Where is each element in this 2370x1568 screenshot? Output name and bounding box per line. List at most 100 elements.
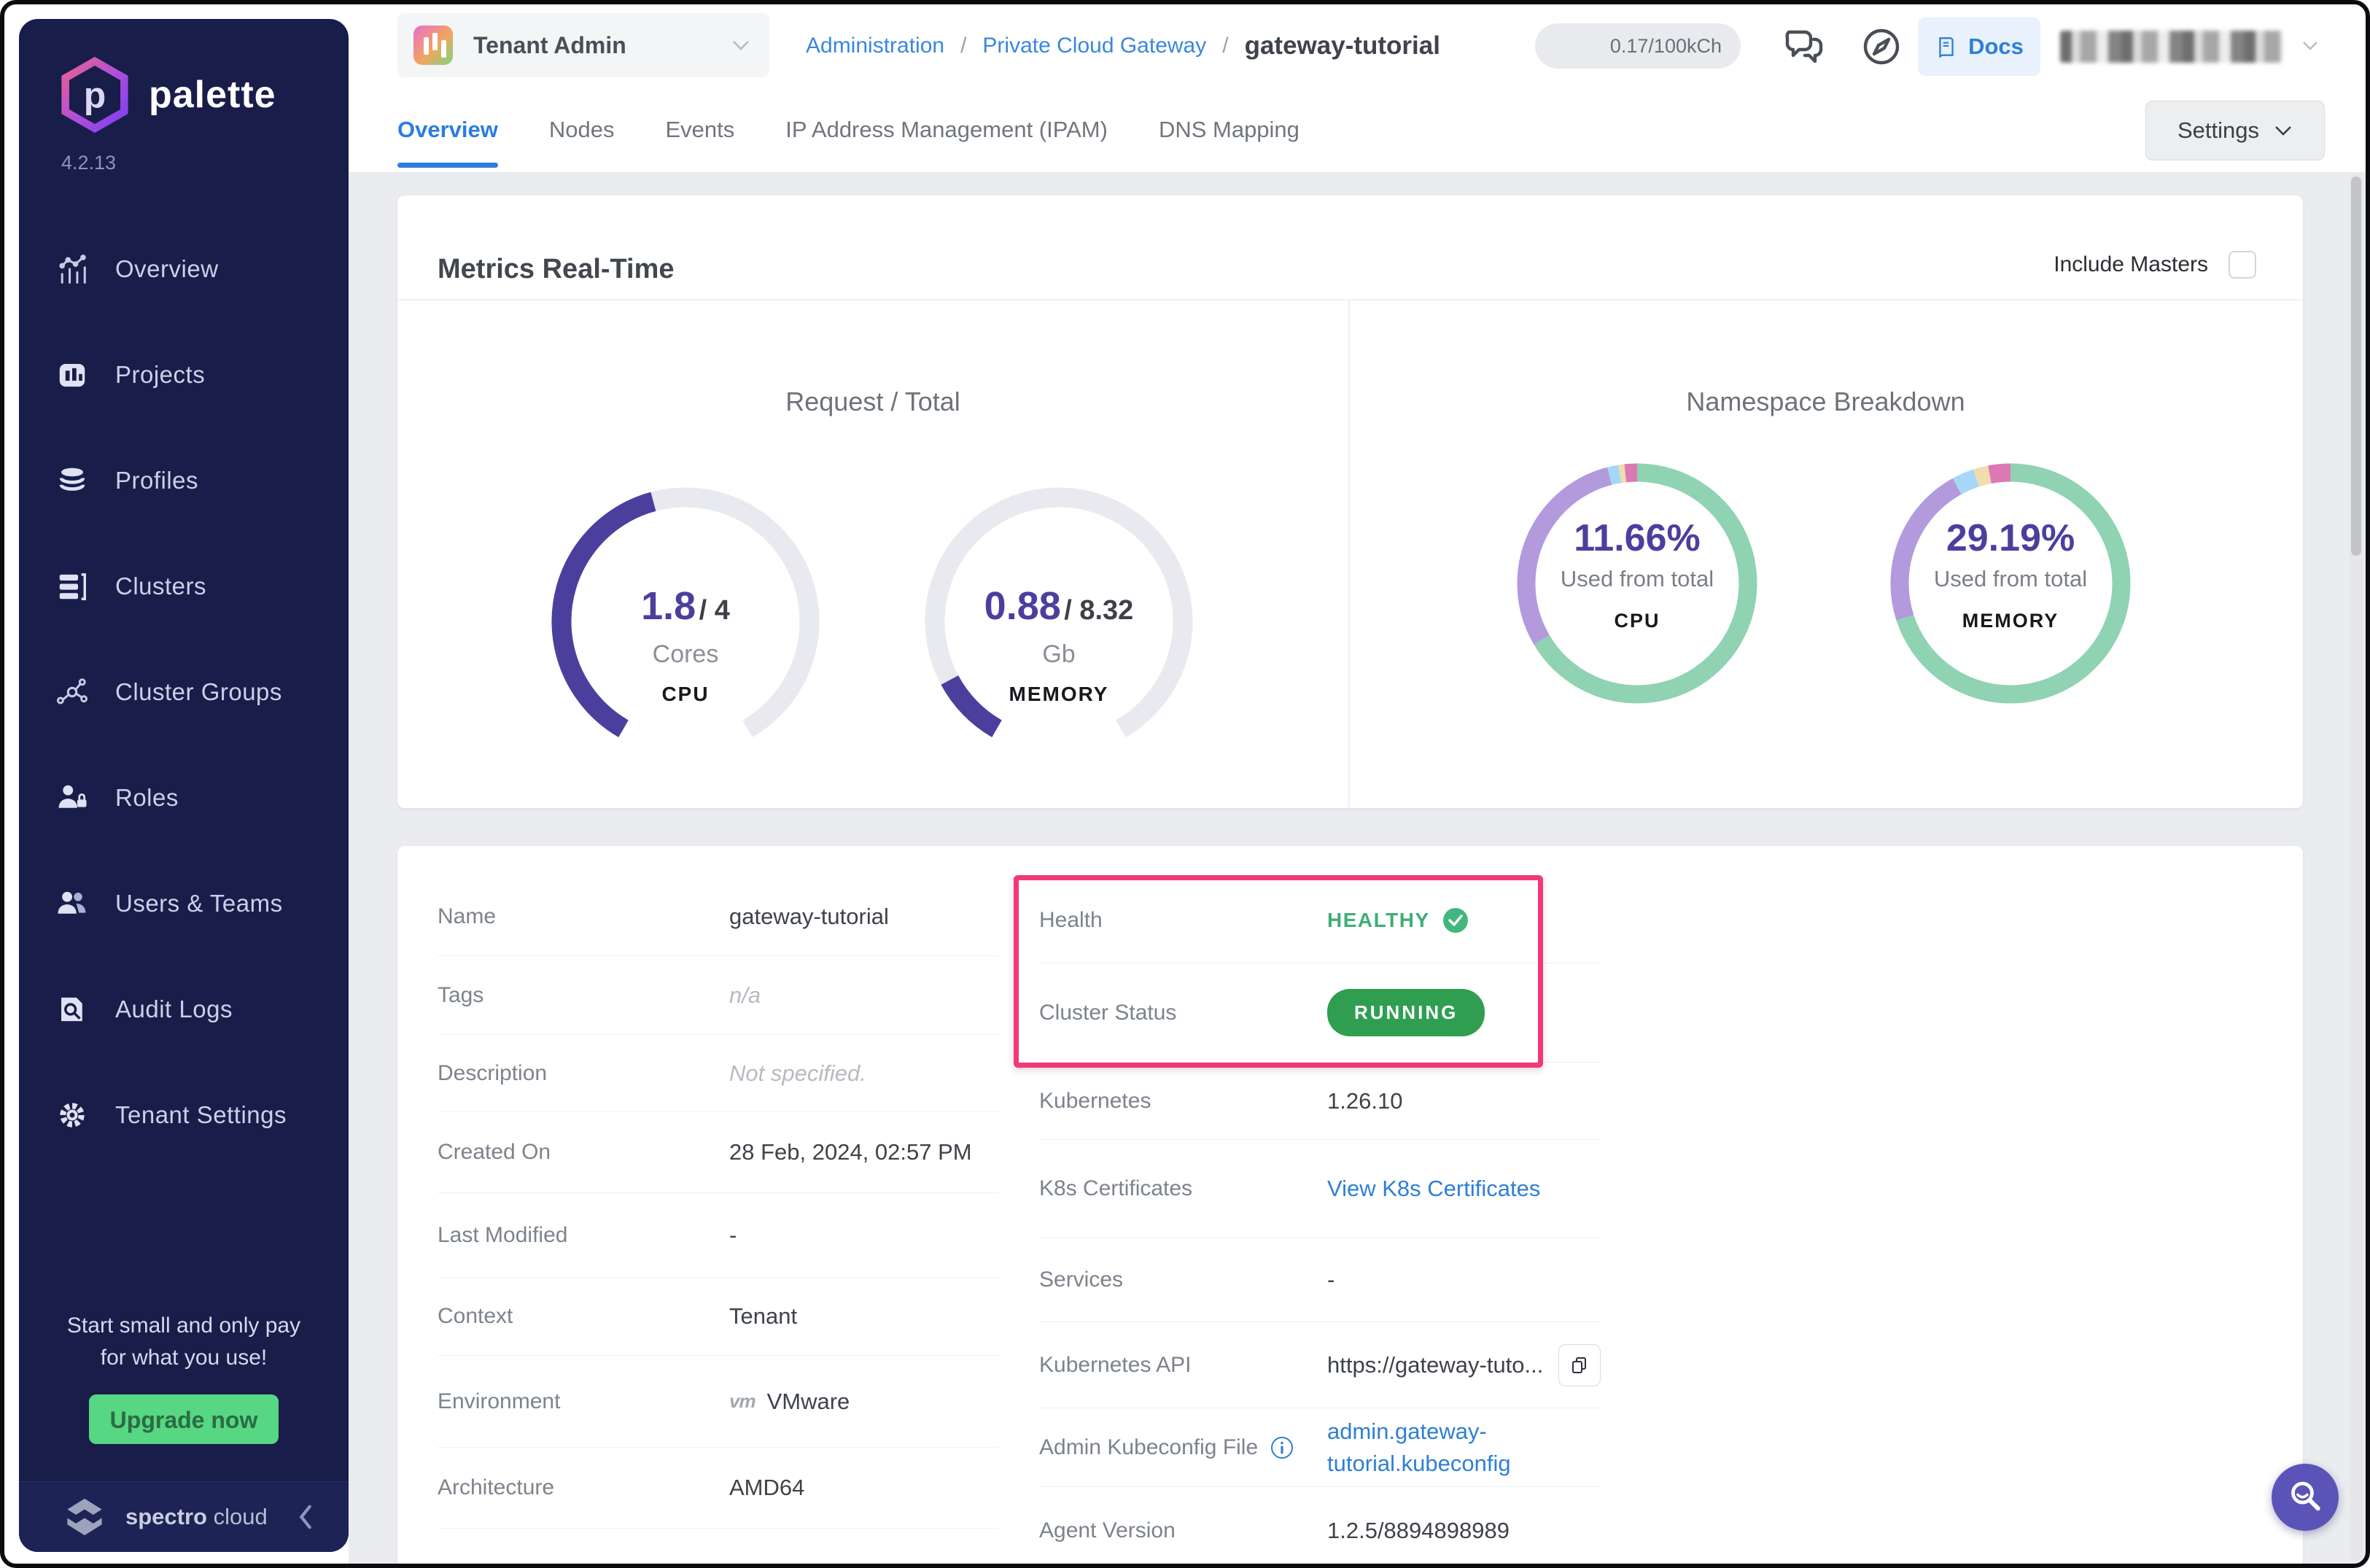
breadcrumb: Administration / Private Cloud Gateway /… xyxy=(806,4,1440,88)
detail-row-kubernetes: Kubernetes 1.26.10 xyxy=(1039,1063,1601,1140)
breadcrumb-separator: / xyxy=(960,34,967,58)
page-title: gateway-tutorial xyxy=(1244,31,1440,60)
divider xyxy=(397,299,2303,300)
sidebar-item-projects[interactable]: Projects xyxy=(19,322,349,427)
usage-meter: 0.17/100kCh xyxy=(1535,23,1741,69)
gear-icon xyxy=(60,1102,85,1128)
cpu-unit: Cores xyxy=(652,640,719,668)
detail-label: Created On xyxy=(438,1140,551,1164)
tab-ipam[interactable]: IP Address Management (IPAM) xyxy=(785,88,1108,172)
tab-dns-mapping[interactable]: DNS Mapping xyxy=(1159,88,1299,172)
user-name-redacted[interactable] xyxy=(2060,31,2283,63)
detail-row-created-on: Created On 28 Feb, 2024, 02:57 PM xyxy=(438,1112,999,1193)
memory-request-value: 0.88 xyxy=(984,584,1061,628)
kubeconfig-download-link[interactable]: admin.gateway- tutorial.kubeconfig xyxy=(1327,1416,1511,1480)
health-status: HEALTHY xyxy=(1327,907,1469,934)
user-menu-chevron-icon[interactable] xyxy=(2301,39,2319,53)
vmware-icon: vm xyxy=(729,1390,756,1412)
breadcrumb-private-cloud-gateway[interactable]: Private Cloud Gateway xyxy=(982,34,1206,58)
request-total-title: Request / Total xyxy=(785,387,960,416)
sidebar: p palette 4.2.13 Overview Projects Profi… xyxy=(19,19,349,1552)
memory-donut-label: MEMORY xyxy=(1962,610,2059,632)
sidebar-item-clusters[interactable]: Clusters xyxy=(19,533,349,639)
spectro-cloud-logo-icon xyxy=(67,1498,102,1536)
sidebar-item-label: Audit Logs xyxy=(115,995,233,1022)
detail-value: vm VMware xyxy=(729,1389,850,1415)
search-icon xyxy=(2291,1481,2320,1511)
sidebar-item-audit-logs[interactable]: Audit Logs xyxy=(19,956,349,1062)
cpu-used-caption: Used from total xyxy=(1560,566,1714,591)
detail-value: Not specified. xyxy=(729,1060,866,1086)
tabs-bar: Overview Nodes Events IP Address Managem… xyxy=(349,88,2366,172)
scrollbar-track[interactable] xyxy=(2350,174,2363,1561)
detail-label: Kubernetes xyxy=(1039,1088,1151,1113)
sidebar-item-label: Profiles xyxy=(115,466,199,494)
detail-row-last-modified: Last Modified - xyxy=(438,1193,999,1278)
sidebar-item-profiles[interactable]: Profiles xyxy=(19,427,349,533)
tabs: Overview Nodes Events IP Address Managem… xyxy=(397,88,1299,172)
detail-row-k8s-certificates: K8s Certificates View K8s Certificates xyxy=(1039,1140,1601,1238)
chat-icon[interactable] xyxy=(1783,25,1827,69)
memory-unit: Gb xyxy=(1042,640,1076,668)
footer-brand-bold: spectro xyxy=(125,1504,207,1529)
sidebar-item-label: Clusters xyxy=(115,572,207,599)
sidebar-item-cluster-groups[interactable]: Cluster Groups xyxy=(19,639,349,745)
tab-nodes[interactable]: Nodes xyxy=(549,88,615,172)
compass-icon[interactable] xyxy=(1860,25,1903,69)
detail-label: Admin Kubeconfig File xyxy=(1039,1435,1327,1460)
detail-row-admin-kubeconfig: Admin Kubeconfig File admin.gateway- tut… xyxy=(1039,1408,1601,1487)
detail-label: Last Modified xyxy=(438,1222,568,1247)
breadcrumb-administration[interactable]: Administration xyxy=(806,34,944,58)
settings-button[interactable]: Settings xyxy=(2145,101,2325,160)
cpu-used-percent: 11.66% xyxy=(1574,517,1701,559)
view-k8s-certificates-link[interactable]: View K8s Certificates xyxy=(1327,1176,1540,1202)
detail-value: 1.2.5/8894898989 xyxy=(1327,1518,1510,1543)
sidebar-item-tenant-settings[interactable]: Tenant Settings xyxy=(19,1062,349,1168)
kubeconfig-link-line1: admin.gateway- xyxy=(1327,1418,1487,1444)
tab-overview[interactable]: Overview xyxy=(397,88,498,172)
sidebar-item-label: Roles xyxy=(115,783,179,811)
docs-button[interactable]: Docs xyxy=(1918,18,2040,76)
memory-gauge-value: 0.88 / 8.32 Gb xyxy=(913,583,1205,669)
sidebar-item-overview[interactable]: Overview xyxy=(19,216,349,322)
profiles-layers-icon xyxy=(59,467,85,491)
detail-row-name: Name gateway-tutorial xyxy=(438,877,999,956)
collapse-sidebar-icon[interactable] xyxy=(296,1505,315,1529)
sidebar-item-label: Projects xyxy=(115,360,206,388)
cpu-total-value: / 4 xyxy=(699,595,730,626)
cpu-gauge-value: 1.8 / 4 Cores xyxy=(540,583,831,669)
metrics-card: Metrics Real-Time Include Masters Reques… xyxy=(397,195,2303,808)
footer-brand-light: cloud xyxy=(213,1504,268,1529)
tab-events[interactable]: Events xyxy=(665,88,734,172)
detail-value: 1.26.10 xyxy=(1327,1087,1403,1114)
include-masters-checkbox[interactable] xyxy=(2229,251,2256,279)
detail-row-kubernetes-api: Kubernetes API https://gateway-tuto... xyxy=(1039,1322,1601,1408)
sidebar-item-users-teams[interactable]: Users & Teams xyxy=(19,850,349,956)
sidebar-item-roles[interactable]: Roles xyxy=(19,745,349,850)
detail-value: n/a xyxy=(729,982,761,1008)
detail-label: Architecture xyxy=(438,1475,555,1499)
info-icon[interactable] xyxy=(1270,1435,1294,1460)
main-content: Metrics Real-Time Include Masters Reques… xyxy=(349,172,2366,1564)
scrollbar-thumb[interactable] xyxy=(2351,176,2361,556)
scope-selector[interactable]: Tenant Admin xyxy=(397,13,769,77)
floating-search-button[interactable] xyxy=(2272,1464,2339,1531)
copy-api-url-button[interactable] xyxy=(1558,1343,1601,1386)
detail-row-context: Context Tenant xyxy=(438,1278,999,1356)
chevron-down-icon xyxy=(2275,126,2291,136)
detail-label: Description xyxy=(438,1060,548,1085)
cpu-request-value: 1.8 xyxy=(641,584,696,628)
detail-value: gateway-tutorial xyxy=(729,903,889,929)
upgrade-promo: Start small and only pay for what you us… xyxy=(19,1310,349,1444)
kubernetes-api-value: https://gateway-tuto... xyxy=(1327,1351,1544,1378)
settings-button-label: Settings xyxy=(2177,117,2259,143)
docs-button-label: Docs xyxy=(1968,34,2024,59)
memory-gauge-label: MEMORY xyxy=(1009,683,1109,705)
topbar: Tenant Admin Administration / Private Cl… xyxy=(349,4,2366,88)
brand-logo-row: p palette xyxy=(60,57,276,133)
memory-donut-text: 29.19% Used from total MEMORY xyxy=(1885,458,2136,709)
cpu-gauge-label: CPU xyxy=(661,683,710,705)
upgrade-now-button[interactable]: Upgrade now xyxy=(89,1394,279,1444)
brand-name: palette xyxy=(149,74,276,116)
memory-gauge: 0.88 / 8.32 Gb MEMORY xyxy=(913,476,1205,767)
